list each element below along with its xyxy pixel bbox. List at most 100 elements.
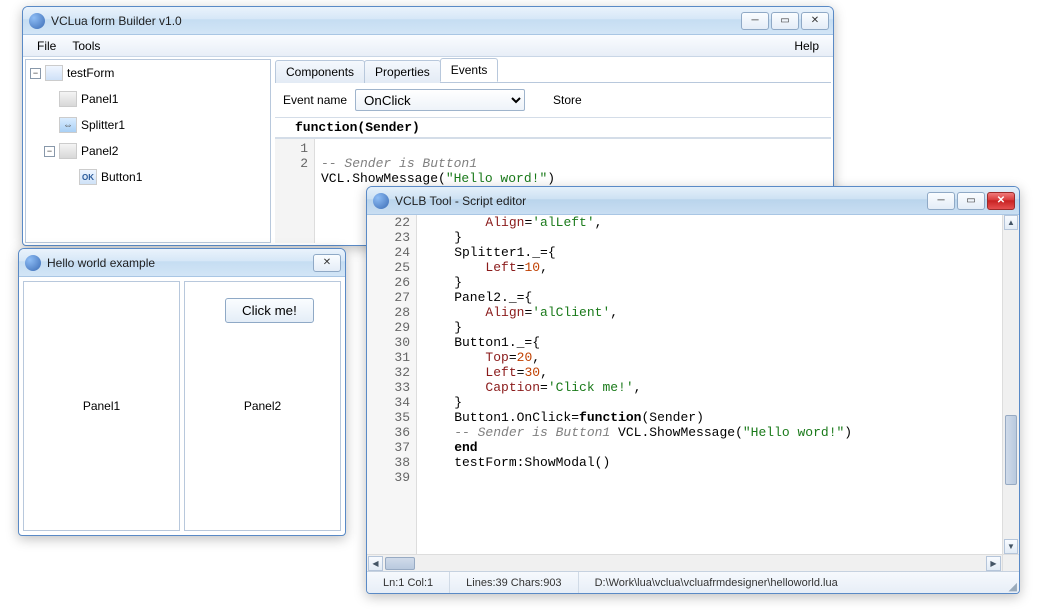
menu-help[interactable]: Help: [786, 37, 827, 55]
app-icon: [373, 193, 389, 209]
code-line: Align='alLeft',: [423, 215, 1002, 230]
code-line: VCL.ShowMessage("Hello word!"): [321, 171, 555, 186]
code-line: Panel2._={: [423, 290, 1002, 305]
event-name-select[interactable]: OnClick: [355, 89, 525, 111]
close-button[interactable]: ✕: [313, 254, 341, 272]
minimize-button[interactable]: ─: [927, 192, 955, 210]
scroll-up-icon[interactable]: ▲: [1004, 215, 1018, 230]
gutter-line: 39: [367, 470, 410, 485]
gutter-line: 23: [367, 230, 410, 245]
panel2-label: Panel2: [244, 399, 281, 413]
tab-components[interactable]: Components: [275, 60, 365, 83]
function-header: function(Sender): [275, 118, 831, 138]
status-path: D:\Work\lua\vclua\vcluafrmdesigner\hello…: [579, 572, 1003, 593]
gutter-line: 30: [367, 335, 410, 350]
code-line: -- Sender is Button1: [321, 156, 477, 171]
panel1-label: Panel1: [83, 399, 120, 413]
code-line: Caption='Click me!',: [423, 380, 1002, 395]
status-stats: Lines:39 Chars:903: [450, 572, 578, 593]
expander-icon[interactable]: −: [44, 146, 55, 157]
status-bar: Ln:1 Col:1 Lines:39 Chars:903 D:\Work\lu…: [367, 571, 1019, 593]
code-line: -- Sender is Button1 VCL.ShowMessage("He…: [423, 425, 1002, 440]
menu-file[interactable]: File: [29, 37, 64, 55]
menu-tools[interactable]: Tools: [64, 37, 108, 55]
event-toolbar: Event name OnClick Store: [275, 83, 831, 118]
code-line: Align='alClient',: [423, 305, 1002, 320]
expander-icon[interactable]: −: [30, 68, 41, 79]
gutter-line: 27: [367, 290, 410, 305]
gutter-line: 26: [367, 275, 410, 290]
code-line: end: [423, 440, 1002, 455]
component-tree[interactable]: − testForm Panel1 ⇔ Splitter1 − Panel2: [25, 59, 271, 243]
code-line: Left=30,: [423, 365, 1002, 380]
gutter-line: 35: [367, 410, 410, 425]
code-line: Left=10,: [423, 260, 1002, 275]
editor-title: VCLB Tool - Script editor: [395, 194, 927, 208]
hello-title: Hello world example: [47, 256, 313, 270]
button-icon: OK: [79, 169, 97, 185]
maximize-button[interactable]: ▭: [771, 12, 799, 30]
panel1: Panel1: [23, 281, 180, 531]
main-titlebar[interactable]: VCLua form Builder v1.0 ─ ▭ ✕: [23, 7, 833, 35]
close-button[interactable]: ✕: [987, 192, 1015, 210]
tree-node-testform[interactable]: testForm: [67, 66, 114, 80]
maximize-button[interactable]: ▭: [957, 192, 985, 210]
scroll-thumb[interactable]: [1005, 415, 1017, 485]
main-title: VCLua form Builder v1.0: [51, 14, 741, 28]
scroll-left-icon[interactable]: ◀: [368, 556, 383, 571]
code-line: testForm:ShowModal(): [423, 455, 1002, 470]
code-line: Button1.OnClick=function(Sender): [423, 410, 1002, 425]
code-line: Top=20,: [423, 350, 1002, 365]
panel2: Click me! Panel2: [184, 281, 341, 531]
hello-titlebar[interactable]: Hello world example ✕: [19, 249, 345, 277]
app-icon: [25, 255, 41, 271]
code-line: }: [423, 275, 1002, 290]
code-line: Button1._={: [423, 335, 1002, 350]
close-button[interactable]: ✕: [801, 12, 829, 30]
menubar: File Tools Help: [23, 35, 833, 57]
panel-icon: [59, 91, 77, 107]
scroll-down-icon[interactable]: ▼: [1004, 539, 1018, 554]
gutter-line: 31: [367, 350, 410, 365]
gutter-line: 1: [277, 141, 308, 156]
app-icon: [29, 13, 45, 29]
form-icon: [45, 65, 63, 81]
gutter-line: 2: [277, 156, 308, 171]
vertical-scrollbar[interactable]: ▲ ▼: [1002, 215, 1019, 554]
tree-node-splitter1[interactable]: Splitter1: [81, 118, 125, 132]
script-editor-window: VCLB Tool - Script editor ─ ▭ ✕ 22232425…: [366, 186, 1020, 594]
tree-node-button1[interactable]: Button1: [101, 170, 142, 184]
code-line: }: [423, 320, 1002, 335]
gutter-line: 32: [367, 365, 410, 380]
code-line: }: [423, 230, 1002, 245]
horizontal-scrollbar[interactable]: ◀ ▶: [367, 554, 1019, 571]
gutter-line: 22: [367, 215, 410, 230]
store-button[interactable]: Store: [553, 93, 582, 107]
editor-titlebar[interactable]: VCLB Tool - Script editor ─ ▭ ✕: [367, 187, 1019, 215]
gutter-line: 24: [367, 245, 410, 260]
gutter-line: 25: [367, 260, 410, 275]
resize-grip-icon[interactable]: ◢: [1003, 580, 1019, 593]
gutter-line: 28: [367, 305, 410, 320]
scroll-thumb[interactable]: [385, 557, 415, 570]
tree-node-panel1[interactable]: Panel1: [81, 92, 118, 106]
gutter-line: 38: [367, 455, 410, 470]
minimize-button[interactable]: ─: [741, 12, 769, 30]
status-position: Ln:1 Col:1: [367, 572, 450, 593]
code-line: }: [423, 395, 1002, 410]
click-me-button[interactable]: Click me!: [225, 298, 314, 323]
gutter-line: 37: [367, 440, 410, 455]
tab-row: Components Properties Events: [275, 59, 831, 83]
tab-events[interactable]: Events: [440, 58, 499, 82]
tree-node-panel2[interactable]: Panel2: [81, 144, 118, 158]
script-code-editor[interactable]: 222324252627282930313233343536373839 Ali…: [367, 215, 1019, 554]
gutter-line: 29: [367, 320, 410, 335]
panel-icon: [59, 143, 77, 159]
tab-properties[interactable]: Properties: [364, 60, 441, 83]
gutter-line: 33: [367, 380, 410, 395]
code-line: Splitter1._={: [423, 245, 1002, 260]
splitter-icon: ⇔: [59, 117, 77, 133]
gutter-line: 36: [367, 425, 410, 440]
scroll-right-icon[interactable]: ▶: [986, 556, 1001, 571]
gutter-line: 34: [367, 395, 410, 410]
